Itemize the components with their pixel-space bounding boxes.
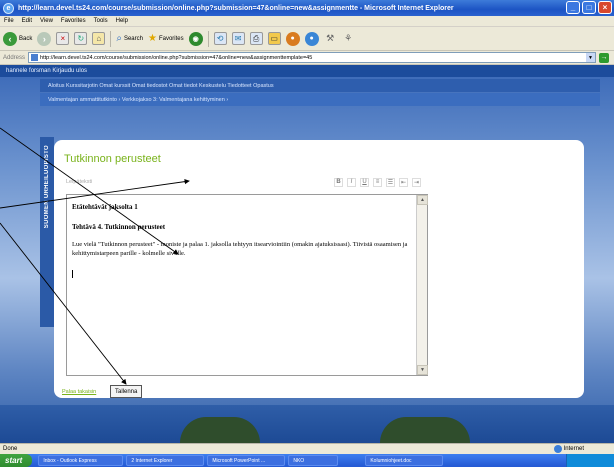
scroll-up-icon[interactable]: ▲ [417,195,428,205]
browser-toolbar: ‹ Back › × ↻ ⌂ ⌕ Search ★ Favorites ◉ ⟲ … [0,27,614,51]
text-caret [72,270,73,278]
system-tray[interactable] [566,454,614,467]
favorites-button[interactable]: ★ Favorites [148,33,184,44]
save-button[interactable]: Tallenna [110,385,143,398]
refresh-icon[interactable]: ↻ [74,32,88,45]
research-icon[interactable]: ⚘ [342,32,355,45]
start-button[interactable]: start [0,454,33,467]
menu-tools[interactable]: Tools [94,18,108,24]
menu-bar: File Edit View Favorites Tools Help [0,16,614,27]
go-button[interactable]: → [599,52,610,63]
indent-icon[interactable]: ⇥ [412,177,421,187]
status-bar: Done Internet [0,443,614,454]
footer-background [0,405,614,443]
brand-label: SUOMEN URHEILUOPISTO [44,145,50,229]
back-arrow-icon: ‹ [3,31,17,46]
home-icon[interactable]: ⌂ [92,32,106,45]
paragraph-style-select[interactable]: Leipäteksti [66,179,126,185]
menu-favorites[interactable]: Favorites [61,18,86,24]
breadcrumb[interactable]: Valmentajan ammattitutkinto › Verkkojaks… [40,93,600,106]
search-button[interactable]: ⌕ Search [116,33,143,44]
menu-edit[interactable]: Edit [22,18,32,24]
window-title: http://learn.devel.ts24.com/course/submi… [18,4,454,12]
search-icon: ⌕ [116,33,122,44]
discuss-icon[interactable]: ● [304,31,319,46]
back-button[interactable]: ‹ Back [3,31,33,46]
tree-decoration [380,417,470,443]
outdent-icon[interactable]: ⇤ [399,177,408,187]
tree-decoration [180,417,260,443]
address-url: http://learn.devel.ts24.com/course/submi… [40,54,313,61]
minimize-button[interactable]: _ [566,1,580,14]
taskbar-item[interactable]: Kolumniohjeet.doc [365,455,444,466]
menu-file[interactable]: File [4,18,14,24]
taskbar-item[interactable]: Microsoft PowerPoint ... [207,455,286,466]
editor-heading-1: Etätehtävät jaksolta 1 [72,203,138,211]
assignment-card: Tutkinnon perusteet Leipäteksti B I U ≡ … [54,140,584,398]
italic-icon[interactable]: I [347,177,356,187]
back-label: Back [19,35,33,42]
editor-scrollbar[interactable]: ▲ ▼ [416,195,428,375]
favorites-label: Favorites [158,35,184,42]
window-controls: _ □ × [566,1,612,14]
status-text: Done [3,446,18,452]
globe-icon [553,445,562,453]
chevron-down-icon[interactable]: ▼ [586,53,596,62]
address-bar: Address http://learn.devel.ts24.com/cour… [0,51,614,65]
menu-view[interactable]: View [40,18,53,24]
mail-icon[interactable]: ✉ [231,32,245,45]
taskbar-item[interactable]: NKO [288,455,339,466]
page-content: hannele forsman Kirjaudu ulos Aloitus Ku… [0,65,614,443]
main-navigation[interactable]: Aloitus Kurssitarjotin Omat kurssit Omat… [40,79,600,92]
toolbar-separator [110,30,112,47]
bold-icon[interactable]: B [334,177,343,187]
editor-paragraph: Lue vielä "Tutkinnon perusteet" - monist… [72,241,408,257]
tools-icon[interactable]: ⚒ [324,32,337,45]
messenger-icon[interactable]: ● [285,31,300,46]
address-label: Address [3,54,26,61]
print-icon[interactable]: ⎙ [249,32,263,45]
favorites-star-icon: ★ [147,33,157,44]
forward-button[interactable]: › [37,31,52,46]
underline-icon[interactable]: U [360,177,369,187]
history-icon[interactable]: ⟲ [213,32,227,45]
security-zone: Internet [563,446,584,452]
scroll-down-icon[interactable]: ▼ [417,365,428,375]
taskbar-item[interactable]: 2 Internet Explorer [126,455,205,466]
editor-toolbar: Leipäteksti B I U ≡ ☰ ⇤ ⇥ [66,176,426,188]
brand-sidebar: SUOMEN URHEILUOPISTO [40,137,54,327]
ordered-list-icon[interactable]: ≡ [373,177,382,187]
editor-heading-2: Tehtävä 4. Tutkinnon perusteet [72,223,166,231]
close-button[interactable]: × [598,1,612,14]
editor-content[interactable]: Etätehtävät jaksolta 1 Tehtävä 4. Tutkin… [67,195,415,375]
search-label: Search [123,35,143,42]
media-icon[interactable]: ◉ [188,31,203,46]
taskbar: start Inbox - Outlook Express 2 Internet… [0,454,614,467]
address-input[interactable]: http://learn.devel.ts24.com/course/submi… [28,52,597,63]
back-link[interactable]: Palaa takaisin [62,389,96,395]
page-title: Tutkinnon perusteet [64,153,161,165]
user-bar[interactable]: hannele forsman Kirjaudu ulos [0,65,614,77]
page-icon [31,54,39,61]
maximize-button[interactable]: □ [582,1,596,14]
window-title-bar[interactable]: e http://learn.devel.ts24.com/course/sub… [0,0,614,16]
menu-help[interactable]: Help [116,18,128,24]
unordered-list-icon[interactable]: ☰ [386,177,395,187]
internet-explorer-icon: e [3,2,14,14]
forward-arrow-icon: › [37,31,52,46]
taskbar-item[interactable]: Inbox - Outlook Express [38,455,124,466]
toolbar-separator [207,30,209,47]
text-editor[interactable]: Etätehtävät jaksolta 1 Tehtävä 4. Tutkin… [66,194,428,376]
stop-icon[interactable]: × [56,32,70,45]
folder-icon[interactable]: ▭ [267,32,281,45]
